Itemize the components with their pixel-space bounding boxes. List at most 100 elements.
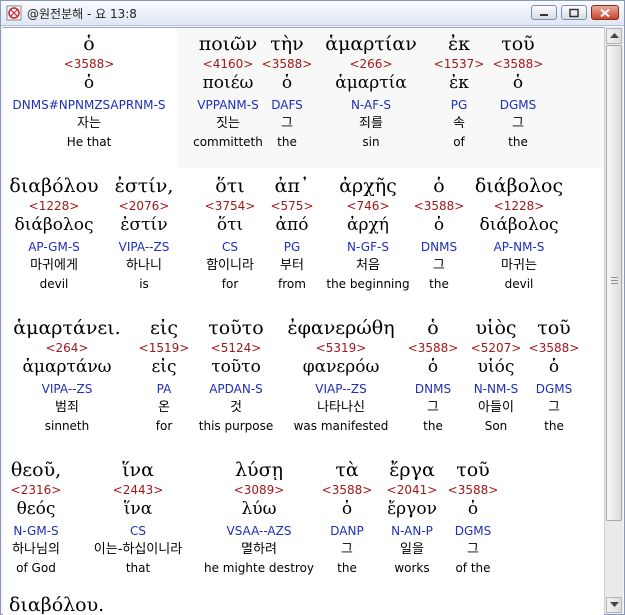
next-line-partial: διαβόλου.: [9, 594, 105, 614]
english-gloss: is: [139, 277, 149, 291]
word-cell[interactable]: εἰς <1519> εἰς PA 온 for: [129, 317, 199, 437]
english-gloss: devil: [39, 277, 69, 291]
vertical-scrollbar[interactable]: [604, 27, 623, 614]
korean-gloss: 속: [453, 116, 465, 131]
word-cell[interactable]: τὴν <3588> ὁ DAFS 그 the: [257, 33, 317, 153]
word-cell[interactable]: ἀρχῆς <746> ἀρχή N-GF-S 처음 the beginning: [318, 175, 418, 295]
word-cell[interactable]: ἐστίν, <2076> ἐστίν VIPA--ZS 하나니 is: [99, 175, 189, 295]
strong-number: <3588>: [407, 341, 459, 355]
korean-gloss: 부터: [280, 258, 304, 273]
word-cell[interactable]: διαβόλου <1228> διάβολος AP-GM-S 마귀에게 devil: [4, 175, 104, 295]
lemma: φανερόω: [302, 357, 380, 377]
word-cell[interactable]: τοῦ <3588> ὁ DGMS 그 the: [524, 317, 584, 437]
english-gloss: for: [155, 419, 173, 433]
lemma: ἀρχή: [347, 215, 389, 235]
scroll-down-button[interactable]: [606, 597, 622, 613]
parsing-code: N-GF-S: [347, 240, 389, 254]
korean-gloss: 온: [158, 400, 170, 415]
english-gloss: sinneth: [44, 419, 90, 433]
word-cell[interactable]: ἀπ᾽ <575> ἀπό PG 부터 from: [262, 175, 322, 295]
english-gloss: Son: [484, 419, 508, 433]
english-gloss: devil: [504, 277, 534, 291]
minimize-button[interactable]: [531, 5, 557, 20]
word-cell[interactable]: ὅτι <3754> ὅτι CS 함이니라 for: [193, 175, 267, 295]
parsing-code: DNMS: [414, 382, 452, 396]
parsing-code: PG: [450, 98, 468, 112]
scroll-thumb[interactable]: [606, 45, 622, 521]
lemma: διάβολος: [479, 215, 559, 235]
strong-number: <5207>: [470, 341, 522, 355]
lemma: ὁ: [83, 73, 95, 93]
greek-word: ἐστίν,: [114, 175, 174, 197]
greek-word: ὁ: [83, 33, 95, 55]
app-window: @원전분해 - 요 13:8 ὁ <3588> ὁ DNMS#NPNMZSAPRNM-…: [0, 0, 625, 615]
word-cell[interactable]: ἁμαρτάνει. <264> ἁμαρτάνω VIPA--ZS 범죄 sinneth: [5, 317, 129, 437]
english-gloss: of: [453, 135, 465, 149]
word-cell[interactable]: ἐκ <1537> ἐκ PG 속 of: [429, 33, 489, 153]
greek-word: λύσῃ: [235, 459, 283, 481]
word-cell[interactable]: ὁ <3588> ὁ DNMS 그 the: [403, 317, 463, 437]
english-gloss: from: [278, 277, 306, 291]
word-cell[interactable]: τοῦ <3588> ὁ DGMS 그 the: [488, 33, 548, 153]
word-cell[interactable]: τὰ <3588> ὁ DANP 그 the: [317, 459, 377, 579]
grip-icon: [611, 277, 618, 284]
word-cell[interactable]: διάβολος <1228> διάβολος AP-NM-S 마귀는 devil: [469, 175, 569, 295]
lemma: ἵνα: [123, 499, 153, 519]
parsing-code: DGMS: [454, 524, 492, 538]
parsing-code: DNMS: [420, 240, 458, 254]
greek-word: τοῦ: [537, 317, 571, 339]
minimize-icon: [540, 13, 548, 16]
english-gloss: the: [337, 561, 357, 575]
greek-word: διαβόλου: [9, 175, 99, 197]
korean-gloss: 하나님의: [12, 542, 60, 557]
title-bar[interactable]: @원전분해 - 요 13:8: [1, 1, 624, 26]
word-cell[interactable]: ὁ <3588> ὁ DNMS#NPNMZSAPRNM-S 자는 He that: [3, 33, 175, 153]
word-cell[interactable]: τοῦτο <5124> τοῦτο APDAN-S 것 this purpose: [193, 317, 279, 437]
scroll-up-button[interactable]: [606, 28, 622, 44]
greek-word: ἀπ᾽: [274, 175, 310, 197]
interlinear-content[interactable]: ὁ <3588> ὁ DNMS#NPNMZSAPRNM-S 자는 He that ποιῶν…: [3, 27, 604, 615]
parsing-code: AP-GM-S: [28, 240, 80, 254]
arrow-up-icon: [610, 33, 619, 38]
parsing-code: APDAN-S: [209, 382, 263, 396]
strong-number: <5319>: [315, 341, 367, 355]
english-gloss: He that: [66, 135, 112, 149]
word-cell[interactable]: ἐφανερώθη <5319> φανερόω VIAP--ZS 나타나신 was ma…: [276, 317, 406, 437]
word-cell[interactable]: λύσῃ <3089> λύω VSAA--AZS 멸하려 he mighte destr…: [189, 459, 329, 579]
lemma: ὁ: [433, 215, 445, 235]
lemma: ὁ: [548, 357, 560, 377]
english-gloss: the: [277, 135, 297, 149]
korean-gloss: 그: [427, 400, 439, 415]
strong-number: <575>: [270, 199, 314, 213]
word-cell[interactable]: ἁμαρτίαν <266> ἁμαρτία N-AF-S 죄를 sin: [316, 33, 426, 153]
greek-word: υἱὸς: [475, 317, 517, 339]
maximize-button[interactable]: [561, 5, 587, 20]
korean-gloss: 자는: [77, 116, 101, 131]
english-gloss: this purpose: [198, 419, 274, 433]
strong-number: <264>: [45, 341, 89, 355]
korean-gloss: 처음: [356, 258, 380, 273]
word-cell[interactable]: ὁ <3588> ὁ DNMS 그 the: [409, 175, 469, 295]
korean-gloss: 나타나신: [317, 400, 365, 415]
word-cell[interactable]: ἵνα <2443> ἵνα CS 이는-하십이니라 that: [68, 459, 208, 579]
parsing-code: VSAA--AZS: [226, 524, 292, 538]
english-gloss: the: [423, 419, 443, 433]
greek-word: τὰ: [335, 459, 359, 481]
strong-number: <3588>: [528, 341, 580, 355]
greek-word: ἁμαρτάνει.: [13, 317, 121, 339]
close-button[interactable]: [591, 5, 619, 20]
korean-gloss: 하나니: [126, 258, 162, 273]
greek-word: τοῦ: [501, 33, 535, 55]
parsing-code: CS: [222, 240, 238, 254]
strong-number: <1228>: [28, 199, 80, 213]
word-cell[interactable]: υἱὸς <5207> υἱός N-NM-S 아들이 Son: [461, 317, 531, 437]
lemma: λύω: [241, 499, 277, 519]
lemma: ἐκ: [449, 73, 469, 93]
greek-word: ἵνα: [122, 459, 154, 481]
parsing-code: N-NM-S: [473, 382, 519, 396]
parsing-code: DAFS: [271, 98, 303, 112]
word-cell[interactable]: θεοῦ, <2316> θεός N-GM-S 하나님의 of God: [3, 459, 76, 579]
lemma: ὅτι: [216, 215, 244, 235]
word-cell[interactable]: τοῦ <3588> ὁ DGMS 그 of the: [438, 459, 508, 579]
parsing-code: VIAP--ZS: [315, 382, 367, 396]
